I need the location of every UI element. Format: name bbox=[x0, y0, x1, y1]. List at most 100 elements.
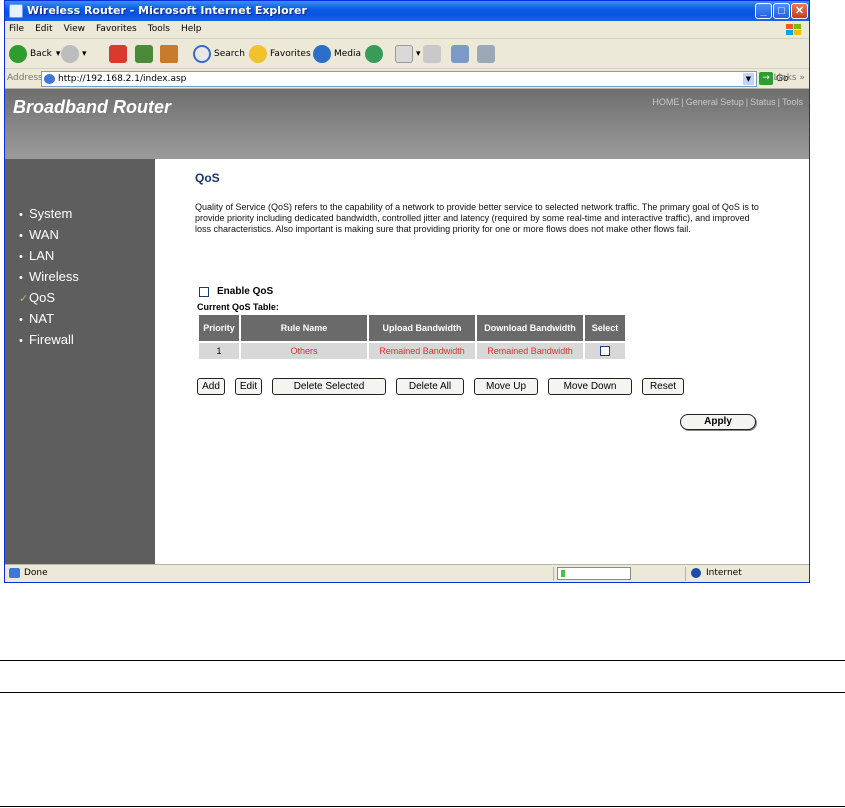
sidebar-item-lan[interactable]: • LAN bbox=[5, 245, 155, 266]
page-content: Broadband Router HOME | General Setup | Stat… bbox=[5, 89, 809, 564]
address-label: Address bbox=[7, 73, 43, 83]
sidebar-item-nat[interactable]: • NAT bbox=[5, 308, 155, 329]
router-banner: Broadband Router HOME | General Setup | Stat… bbox=[5, 89, 809, 159]
address-input[interactable]: http://192.168.2.1/index.asp ▼ bbox=[41, 71, 757, 87]
messenger-button[interactable] bbox=[477, 43, 498, 65]
qos-panel: QoS Quality of Service (QoS) refers to t… bbox=[195, 171, 765, 430]
links-button[interactable]: Links » bbox=[774, 73, 806, 83]
bullet-icon: • bbox=[19, 314, 23, 326]
progress-bar bbox=[557, 567, 631, 580]
move-up-button[interactable]: Move Up bbox=[474, 378, 538, 395]
nav-general-setup[interactable]: General Setup bbox=[686, 97, 744, 107]
nav-status[interactable]: Status bbox=[750, 97, 776, 107]
media-label: Media bbox=[334, 49, 362, 59]
enable-qos-checkbox[interactable] bbox=[199, 286, 209, 297]
page-title: QoS bbox=[195, 171, 220, 185]
status-bar: Done Internet bbox=[5, 564, 809, 582]
back-arrow-icon bbox=[9, 45, 27, 63]
delete-selected-button[interactable]: Delete Selected bbox=[272, 378, 386, 395]
search-button[interactable]: Search bbox=[193, 43, 245, 65]
stop-button[interactable] bbox=[109, 43, 130, 65]
address-url: http://192.168.2.1/index.asp bbox=[58, 74, 187, 84]
security-zone: Internet bbox=[691, 568, 742, 578]
delete-all-button[interactable]: Delete All bbox=[396, 378, 464, 395]
status-divider bbox=[553, 567, 554, 581]
page-done-icon bbox=[9, 568, 20, 578]
menu-help[interactable]: Help bbox=[177, 21, 206, 37]
search-icon bbox=[193, 45, 211, 63]
media-button[interactable]: Media bbox=[313, 43, 361, 65]
edit-button[interactable]: Edit bbox=[235, 378, 262, 395]
minimize-button[interactable]: _ bbox=[755, 3, 772, 19]
col-upload-bandwidth: Upload Bandwidth bbox=[369, 315, 475, 341]
search-label: Search bbox=[214, 49, 245, 59]
print-button[interactable] bbox=[423, 43, 444, 65]
bullet-icon: • bbox=[19, 335, 23, 347]
edit-icon bbox=[451, 45, 469, 63]
progress-fill bbox=[561, 570, 565, 577]
forward-arrow-icon bbox=[61, 45, 79, 63]
home-icon bbox=[160, 45, 178, 63]
chevron-down-icon: ▾ bbox=[55, 49, 61, 59]
history-button[interactable] bbox=[365, 43, 386, 65]
cell-upload: Remained Bandwidth bbox=[369, 343, 475, 359]
menu-favorites[interactable]: Favorites bbox=[92, 21, 141, 37]
menu-tools[interactable]: Tools bbox=[144, 21, 174, 37]
apply-button[interactable]: Apply bbox=[680, 414, 756, 430]
add-button[interactable]: Add bbox=[197, 378, 225, 395]
sidebar-item-wireless[interactable]: • Wireless bbox=[5, 266, 155, 287]
nav-home[interactable]: HOME bbox=[652, 97, 679, 107]
sidebar-item-firewall[interactable]: • Firewall bbox=[5, 329, 155, 350]
maximize-button[interactable]: □ bbox=[773, 3, 790, 19]
enable-qos-label: Enable QoS bbox=[217, 286, 274, 297]
home-button[interactable] bbox=[160, 43, 181, 65]
status-done: Done bbox=[9, 568, 48, 578]
page-rule bbox=[0, 806, 845, 807]
menu-view[interactable]: View bbox=[60, 21, 89, 37]
close-button[interactable]: ✕ bbox=[791, 3, 808, 19]
page-rule bbox=[0, 660, 845, 661]
qos-description: Quality of Service (QoS) refers to the c… bbox=[195, 202, 759, 234]
forward-button[interactable]: ▾ bbox=[61, 43, 87, 65]
favorites-label: Favorites bbox=[270, 49, 311, 59]
mail-button[interactable]: ▾ bbox=[395, 43, 421, 65]
toolbar: Back ▾ ▾ Search Favorites Media ▾ bbox=[5, 39, 809, 69]
cell-download: Remained Bandwidth bbox=[477, 343, 583, 359]
messenger-icon bbox=[477, 45, 495, 63]
qos-table: Priority Rule Name Upload Bandwidth Down… bbox=[197, 313, 627, 361]
browser-window: Wireless Router - Microsoft Internet Exp… bbox=[4, 0, 810, 583]
bullet-icon: • bbox=[19, 209, 23, 221]
refresh-button[interactable] bbox=[135, 43, 156, 65]
address-bar: Address http://192.168.2.1/index.asp ▼ →… bbox=[5, 69, 809, 89]
media-icon bbox=[313, 45, 331, 63]
move-down-button[interactable]: Move Down bbox=[548, 378, 632, 395]
row-select-checkbox[interactable] bbox=[600, 346, 610, 357]
sidebar-item-qos[interactable]: ✓QoS bbox=[5, 287, 155, 308]
sidebar-item-wan[interactable]: • WAN bbox=[5, 224, 155, 245]
menu-edit[interactable]: Edit bbox=[31, 21, 56, 37]
sidebar-item-system[interactable]: • System bbox=[5, 203, 155, 224]
print-icon bbox=[423, 45, 441, 63]
cell-rule-name: Others bbox=[241, 343, 367, 359]
history-icon bbox=[365, 45, 383, 63]
menu-file[interactable]: File bbox=[5, 21, 28, 37]
go-arrow-icon: → bbox=[759, 72, 773, 85]
sidebar: • System • WAN • LAN • Wireless ✓QoS • NAT • F… bbox=[5, 159, 155, 564]
favorites-button[interactable]: Favorites bbox=[249, 43, 311, 65]
title-bar: Wireless Router - Microsoft Internet Exp… bbox=[5, 1, 809, 21]
mail-icon bbox=[395, 45, 413, 63]
edit-page-button[interactable] bbox=[451, 43, 472, 65]
back-button[interactable]: Back ▾ bbox=[9, 43, 60, 65]
nav-tools[interactable]: Tools bbox=[782, 97, 803, 107]
router-brand: Broadband Router bbox=[13, 97, 172, 117]
zone-label: Internet bbox=[706, 568, 742, 578]
star-icon bbox=[249, 45, 267, 63]
refresh-icon bbox=[135, 45, 153, 63]
ie-page-icon bbox=[44, 74, 55, 84]
top-nav: HOME | General Setup | Status | Tools bbox=[652, 97, 803, 107]
col-priority: Priority bbox=[199, 315, 239, 341]
address-dropdown-icon[interactable]: ▼ bbox=[743, 73, 754, 85]
reset-button[interactable]: Reset bbox=[642, 378, 684, 395]
cell-select bbox=[585, 343, 625, 359]
chevron-down-icon: ▾ bbox=[416, 49, 421, 59]
